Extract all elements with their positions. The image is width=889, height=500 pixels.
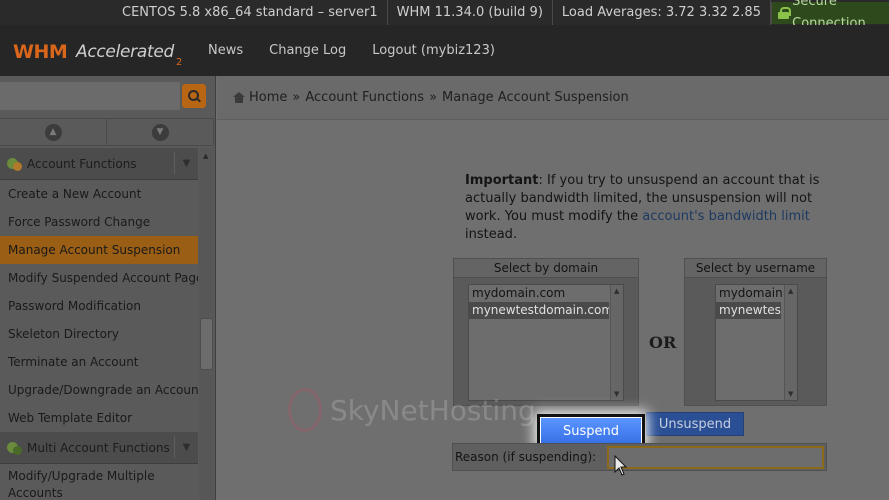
important-note: Important: If you try to unsuspend an ac… xyxy=(465,172,820,244)
scroll-down-arrow-icon[interactable]: ▼ xyxy=(788,390,793,398)
sidebar-item-manage-account-suspension[interactable]: Manage Account Suspension xyxy=(0,236,198,264)
secure-connection-indicator: Secure Connection xyxy=(771,2,889,24)
breadcrumb-home[interactable]: Home xyxy=(249,90,287,105)
domain-option[interactable]: mydomain.com xyxy=(469,285,623,302)
os-info: CENTOS 5.8 x86_64 standard – server1 xyxy=(113,0,388,25)
search-icon xyxy=(188,90,201,103)
sidebar-item-modify-suspended-page[interactable]: Modify Suspended Account Page xyxy=(0,264,198,292)
account-functions-icon xyxy=(7,156,23,172)
load-averages: Load Averages: 3.72 3.32 2.85 xyxy=(553,0,771,25)
sidebar-item-password-modification[interactable]: Password Modification xyxy=(0,292,198,320)
scrollbar-thumb[interactable] xyxy=(200,318,213,370)
sidebar-item-terminate-account[interactable]: Terminate an Account xyxy=(0,348,198,376)
scroll-down-control[interactable]: ▼ xyxy=(107,119,214,145)
scroll-up-arrow-icon[interactable]: ▲ xyxy=(614,287,619,295)
category-label: Multi Account Functions xyxy=(27,441,170,455)
note-strong: Important xyxy=(465,173,539,188)
bandwidth-limit-link[interactable]: account's bandwidth limit xyxy=(642,209,810,224)
domain-option-selected[interactable]: mynewtestdomain.com xyxy=(469,302,609,319)
breadcrumb-separator: » xyxy=(292,90,300,105)
arrow-down-icon: ▼ xyxy=(152,124,169,141)
username-panel-title: Select by username xyxy=(685,259,826,278)
domain-listbox[interactable]: mydomain.com mynewtestdomain.com ▲ ▼ xyxy=(468,284,624,401)
sidebar-menu: Account Functions ▼ Create a New Account… xyxy=(0,148,198,500)
breadcrumb-current-page: Manage Account Suspension xyxy=(442,90,629,105)
lock-icon xyxy=(778,7,786,19)
sidebar-search xyxy=(0,82,208,110)
scroll-up-control[interactable]: ▲ xyxy=(0,119,107,145)
reason-input[interactable] xyxy=(607,446,824,469)
top-header: WHM Accelerated 2 News Change Log Logout… xyxy=(0,25,889,76)
server-status-bar: CENTOS 5.8 x86_64 standard – server1 WHM… xyxy=(0,0,889,25)
mouse-cursor-icon xyxy=(614,455,628,477)
breadcrumb-separator: » xyxy=(429,90,437,105)
domain-panel-title: Select by domain xyxy=(454,259,638,278)
category-account-functions[interactable]: Account Functions ▼ xyxy=(0,148,198,180)
logo-whm-text: WHM xyxy=(13,41,67,63)
username-listbox-scrollbar[interactable]: ▲ ▼ xyxy=(784,285,797,400)
whm-logo[interactable]: WHM Accelerated 2 xyxy=(13,33,188,69)
unsuspend-button[interactable]: Unsuspend xyxy=(646,412,744,436)
nav-news-link[interactable]: News xyxy=(208,43,243,58)
username-option-selected[interactable]: mynewtes xyxy=(716,302,781,319)
sidebar-search-button[interactable] xyxy=(182,84,206,108)
nav-logout-link[interactable]: Logout (mybiz123) xyxy=(372,43,495,58)
whm-version: WHM 11.34.0 (build 9) xyxy=(388,0,553,25)
or-label: OR xyxy=(649,333,676,352)
sidebar-item-web-template-editor[interactable]: Web Template Editor xyxy=(0,404,198,432)
select-by-domain-panel: Select by domain mydomain.com mynewtestd… xyxy=(453,258,639,406)
scroll-up-arrow-icon[interactable]: ▲ xyxy=(203,152,208,160)
username-listbox[interactable]: mydomain mynewtes ▲ ▼ xyxy=(715,284,798,401)
logo-version: 2 xyxy=(176,57,182,68)
sidebar: ▲ ▼ Account Functions ▼ Create a New Acc… xyxy=(0,76,216,500)
category-label: Account Functions xyxy=(27,157,137,171)
breadcrumb-account-functions[interactable]: Account Functions xyxy=(305,90,424,105)
scroll-down-arrow-icon[interactable]: ▼ xyxy=(614,390,619,398)
nav-changelog-link[interactable]: Change Log xyxy=(269,43,346,58)
header-nav: News Change Log Logout (mybiz123) xyxy=(208,43,521,58)
chevron-down-icon[interactable]: ▼ xyxy=(174,436,198,458)
arrow-up-icon: ▲ xyxy=(45,124,62,141)
sidebar-item-force-password-change[interactable]: Force Password Change xyxy=(0,208,198,236)
sidebar-scrollbar[interactable]: ▲ xyxy=(199,148,214,500)
breadcrumb: Home » Account Functions » Manage Accoun… xyxy=(217,76,889,120)
sidebar-item-create-account[interactable]: Create a New Account xyxy=(0,180,198,208)
sidebar-item-modify-upgrade-multiple[interactable]: Modify/Upgrade Multiple Accounts xyxy=(0,464,198,500)
reason-label: Reason (if suspending): xyxy=(455,450,596,464)
watermark-logo-icon xyxy=(288,388,322,432)
sidebar-scroll-controls: ▲ ▼ xyxy=(0,118,214,146)
select-by-username-panel: Select by username mydomain mynewtes ▲ ▼ xyxy=(684,258,827,406)
note-end: instead. xyxy=(465,227,517,242)
reason-row: Reason (if suspending): xyxy=(452,443,827,471)
logo-accelerated-text: Accelerated xyxy=(76,42,174,62)
suspend-button-label: Suspend xyxy=(540,417,642,445)
chevron-down-icon[interactable]: ▼ xyxy=(174,152,198,174)
home-icon[interactable] xyxy=(233,92,245,103)
sidebar-item-upgrade-downgrade[interactable]: Upgrade/Downgrade an Account xyxy=(0,376,198,404)
multi-account-icon xyxy=(7,440,23,456)
scroll-up-arrow-icon[interactable]: ▲ xyxy=(788,287,793,295)
category-multi-account-functions[interactable]: Multi Account Functions ▼ xyxy=(0,432,198,464)
sidebar-item-skeleton-directory[interactable]: Skeleton Directory xyxy=(0,320,198,348)
sidebar-search-input[interactable] xyxy=(0,82,180,110)
domain-listbox-scrollbar[interactable]: ▲ ▼ xyxy=(610,285,623,400)
